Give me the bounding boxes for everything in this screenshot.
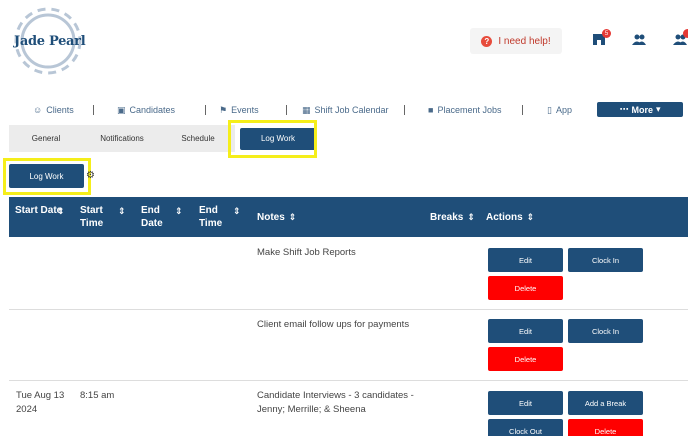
more-button[interactable]: ⋯ More ▾ [597,102,683,117]
delete-button[interactable]: Delete [488,276,563,300]
folder-icon: ■ [428,105,434,115]
row-notes: Make Shift Job Reports [257,247,356,258]
table-row: Tue Aug 13 2024 8:15 am Candidate Interv… [9,381,688,436]
th-breaks[interactable]: Breaks ⇕ [430,211,475,224]
th-end-date-label: End Date [141,205,163,229]
sort-icon: ⇕ [288,212,297,222]
th-notes[interactable]: Notes ⇕ [257,211,296,224]
th-notes-label: Notes [257,212,285,223]
nav-divider [93,105,94,115]
th-actions[interactable]: Actions ⇕ [486,211,534,224]
nav-placement-jobs[interactable]: ■ Placement Jobs [428,105,501,115]
sort-icon: ⇕ [526,212,535,222]
nav-app[interactable]: ▯ App [547,105,572,116]
sort-icon[interactable]: ⇕ [233,205,241,218]
trophy-icon: ⚑ [219,104,228,115]
tab-general[interactable]: General [9,125,83,152]
edit-button[interactable]: Edit [488,248,563,272]
more-label: More [631,104,653,115]
clock-out-button[interactable]: Clock Out [488,419,563,436]
nav-calendar-label: Shift Job Calendar [314,105,389,115]
th-start-date-label: Start Date [15,205,63,216]
th-actions-label: Actions [486,212,523,223]
help-button[interactable]: ? I need help! [470,28,562,54]
calendar-icon: ▦ [302,104,311,115]
logo[interactable]: Jade Pearl [10,3,90,79]
question-icon: ? [481,35,493,47]
sort-icon[interactable]: ⇕ [118,205,126,218]
nav-divider [404,105,405,115]
gear-icon[interactable]: ⚙ [86,170,95,181]
th-start-time[interactable]: Start Time [80,204,120,230]
highlight-box [3,158,91,195]
th-breaks-label: Breaks [430,212,464,223]
more-dots-icon: ⋯ [619,104,629,114]
sort-icon[interactable]: ⇕ [57,205,65,218]
nav-candidates[interactable]: ▣ Candidates [117,105,175,116]
chevron-down-icon: ▾ [655,104,661,114]
clock-in-button[interactable]: Clock In [568,248,643,272]
store-icon[interactable]: 5 [593,29,611,48]
clock-in-button[interactable]: Clock In [568,319,643,343]
nav-clients-label: Clients [46,105,74,115]
tab-schedule[interactable]: Schedule [161,125,235,152]
nav-clients[interactable]: ☺ Clients [33,105,74,115]
clients-icon: ☺ [33,105,43,115]
nav-divider [205,105,206,115]
row-notes: Client email follow ups for payments [257,319,410,330]
edit-button[interactable]: Edit [488,319,563,343]
delete-button[interactable]: Delete [488,347,563,371]
delete-button[interactable]: Delete [568,419,643,436]
team-icon[interactable] [673,29,688,48]
table-header: Start Date ⇕ Start Time ⇕ End Date ⇕ End… [9,197,688,237]
nav-placement-label: Placement Jobs [437,105,502,115]
phone-icon: ▯ [547,104,552,115]
users-icon[interactable] [632,34,646,48]
th-start-time-label: Start Time [80,205,104,229]
brand-name: Jade Pearl [14,34,86,49]
row-start-date: Tue Aug 13 2024 [16,390,65,415]
highlight-box [228,120,317,158]
add-break-button[interactable]: Add a Break [568,391,643,415]
nav-app-label: App [555,105,572,115]
nav-shift-job-calendar[interactable]: ▦ Shift Job Calendar [302,105,389,116]
team-badge [683,29,688,38]
row-start-time: 8:15 am [80,390,115,401]
th-end-time-label: End Time [199,205,223,229]
briefcase-icon: ▣ [117,104,126,115]
nav-events-label: Events [231,105,259,115]
store-badge: 5 [602,29,611,38]
help-label: I need help! [498,35,551,47]
sort-icon[interactable]: ⇕ [175,205,183,218]
nav-events[interactable]: ⚑ Events [219,105,259,116]
tab-notifications[interactable]: Notifications [83,125,161,152]
edit-button[interactable]: Edit [488,391,563,415]
nav-divider [522,105,523,115]
main-nav: ☺ Clients ▣ Candidates ⚑ Events ▦ Shift … [0,102,688,118]
table-row: Client email follow ups for payments Edi… [9,310,688,381]
table-row: Make Shift Job Reports Edit Clock In Del… [9,237,688,310]
row-notes: Candidate Interviews - 3 candidates - Je… [257,390,414,415]
sort-icon: ⇕ [467,212,475,222]
nav-candidates-label: Candidates [129,105,176,115]
nav-divider [286,105,287,115]
